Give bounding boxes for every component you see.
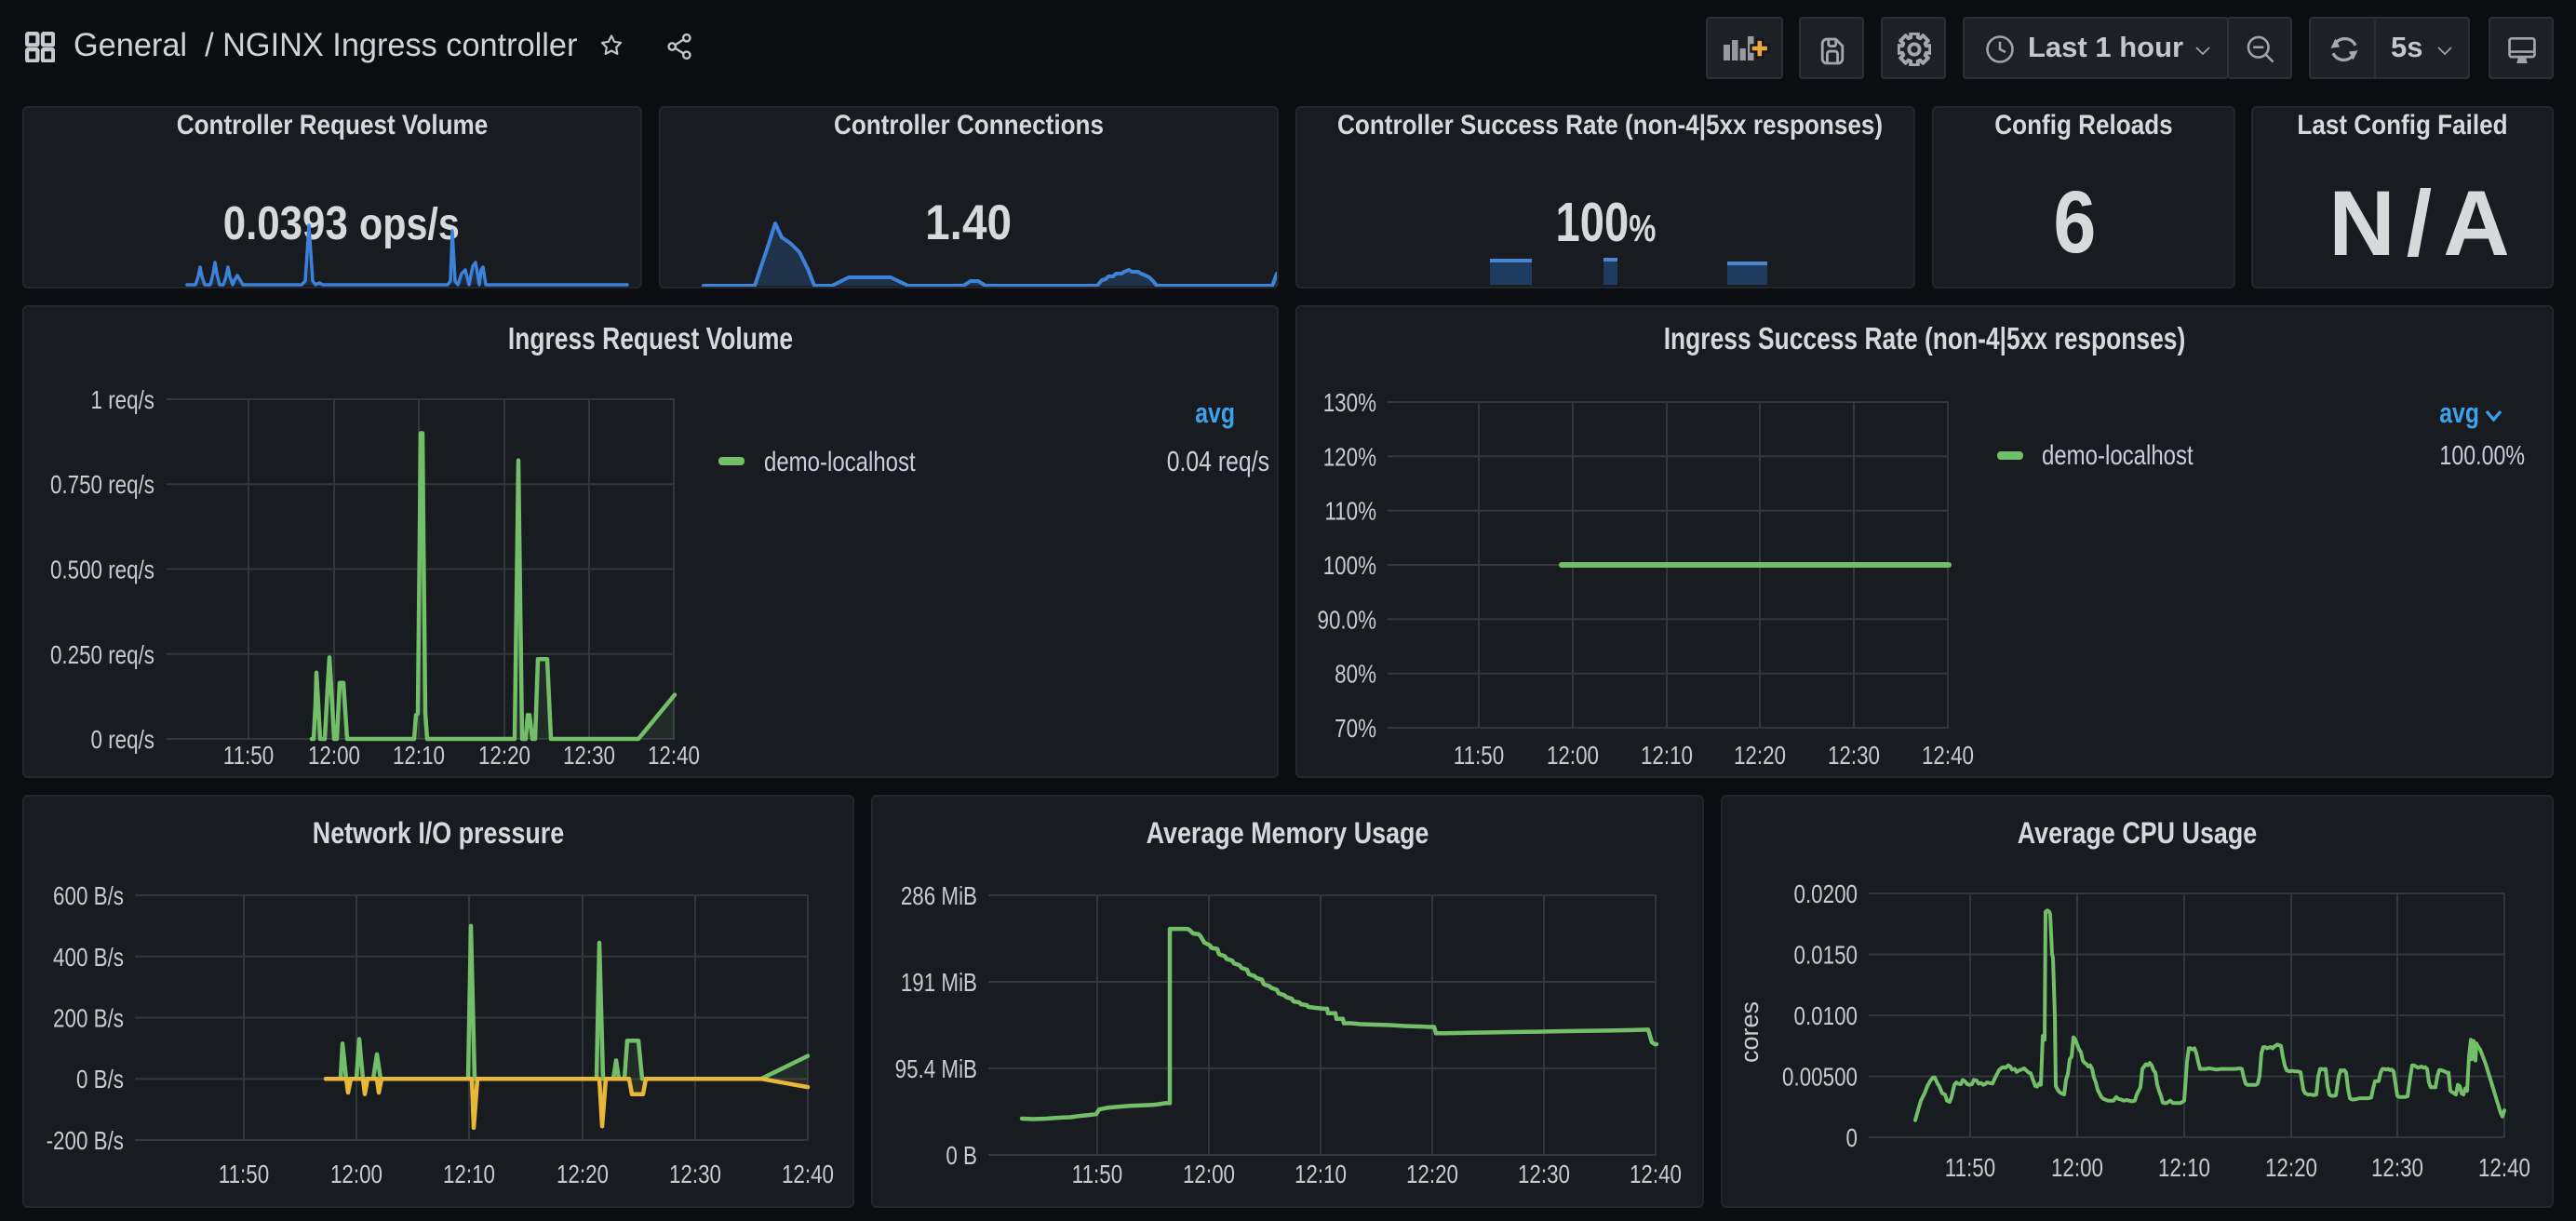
svg-text:0: 0: [1846, 1124, 1858, 1153]
svg-text:130%: 130%: [1323, 389, 1376, 418]
svg-text:120%: 120%: [1323, 443, 1376, 472]
svg-text:400 B/s: 400 B/s: [53, 944, 124, 973]
svg-text:12:10: 12:10: [2158, 1154, 2210, 1183]
svg-text:0.00500: 0.00500: [1782, 1063, 1858, 1092]
svg-text:1 req/s: 1 req/s: [91, 386, 154, 415]
svg-text:95.4 MiB: 95.4 MiB: [895, 1055, 977, 1084]
svg-text:12:20: 12:20: [2265, 1154, 2317, 1183]
svg-text:cores: cores: [1736, 1001, 1764, 1063]
svg-text:12:20: 12:20: [557, 1161, 609, 1189]
svg-text:286 MiB: 286 MiB: [901, 882, 977, 911]
svg-text:12:10: 12:10: [1295, 1161, 1347, 1189]
svg-text:12:30: 12:30: [563, 742, 615, 771]
svg-text:600 B/s: 600 B/s: [53, 882, 124, 911]
svg-text:0.0200: 0.0200: [1794, 880, 1858, 909]
svg-text:12:10: 12:10: [443, 1161, 495, 1189]
svg-text:12:00: 12:00: [308, 742, 360, 771]
svg-text:191 MiB: 191 MiB: [901, 969, 977, 998]
svg-text:90.0%: 90.0%: [1318, 606, 1376, 635]
svg-text:12:40: 12:40: [648, 742, 700, 771]
svg-text:12:00: 12:00: [1547, 742, 1599, 771]
svg-text:110%: 110%: [1324, 497, 1376, 526]
svg-text:avg: avg: [1195, 396, 1235, 428]
svg-text:demo-localhost: demo-localhost: [764, 445, 916, 476]
svg-text:11:50: 11:50: [1072, 1161, 1122, 1189]
svg-text:12:30: 12:30: [1518, 1161, 1570, 1189]
svg-text:12:10: 12:10: [1641, 742, 1693, 771]
svg-text:-200 B/s: -200 B/s: [47, 1127, 124, 1156]
svg-text:0 B: 0 B: [946, 1142, 977, 1171]
svg-text:0.500 req/s: 0.500 req/s: [50, 556, 154, 584]
svg-text:0.250 req/s: 0.250 req/s: [50, 641, 154, 670]
svg-text:12:40: 12:40: [1922, 742, 1974, 771]
svg-text:11:50: 11:50: [223, 742, 274, 771]
svg-text:0 req/s: 0 req/s: [91, 726, 154, 755]
svg-text:0 B/s: 0 B/s: [76, 1066, 124, 1094]
svg-text:0.0100: 0.0100: [1794, 1002, 1858, 1031]
svg-text:12:40: 12:40: [782, 1161, 834, 1189]
svg-text:11:50: 11:50: [219, 1161, 269, 1189]
svg-text:11:50: 11:50: [1454, 742, 1504, 771]
svg-text:avg: avg: [2439, 396, 2479, 428]
svg-text:100%: 100%: [1323, 552, 1376, 581]
svg-text:100.00%: 100.00%: [2439, 439, 2525, 470]
svg-text:12:20: 12:20: [478, 742, 530, 771]
svg-text:12:20: 12:20: [1734, 742, 1786, 771]
svg-text:12:00: 12:00: [1183, 1161, 1235, 1189]
svg-text:80%: 80%: [1335, 660, 1376, 689]
svg-text:12:10: 12:10: [393, 742, 445, 771]
svg-text:200 B/s: 200 B/s: [53, 1004, 124, 1033]
svg-text:0.750 req/s: 0.750 req/s: [50, 471, 154, 500]
svg-text:12:00: 12:00: [2051, 1154, 2103, 1183]
svg-text:70%: 70%: [1335, 715, 1376, 744]
svg-text:12:20: 12:20: [1406, 1161, 1458, 1189]
svg-text:12:30: 12:30: [2371, 1154, 2423, 1183]
svg-text:12:40: 12:40: [2478, 1154, 2530, 1183]
svg-text:12:40: 12:40: [1630, 1161, 1682, 1189]
svg-text:11:50: 11:50: [1945, 1154, 1995, 1183]
svg-text:0.04 req/s: 0.04 req/s: [1167, 445, 1269, 476]
svg-text:12:30: 12:30: [1828, 742, 1880, 771]
svg-text:0.0150: 0.0150: [1794, 941, 1858, 970]
svg-text:demo-localhost: demo-localhost: [2042, 438, 2194, 470]
svg-text:12:00: 12:00: [330, 1161, 382, 1189]
svg-text:12:30: 12:30: [669, 1161, 721, 1189]
